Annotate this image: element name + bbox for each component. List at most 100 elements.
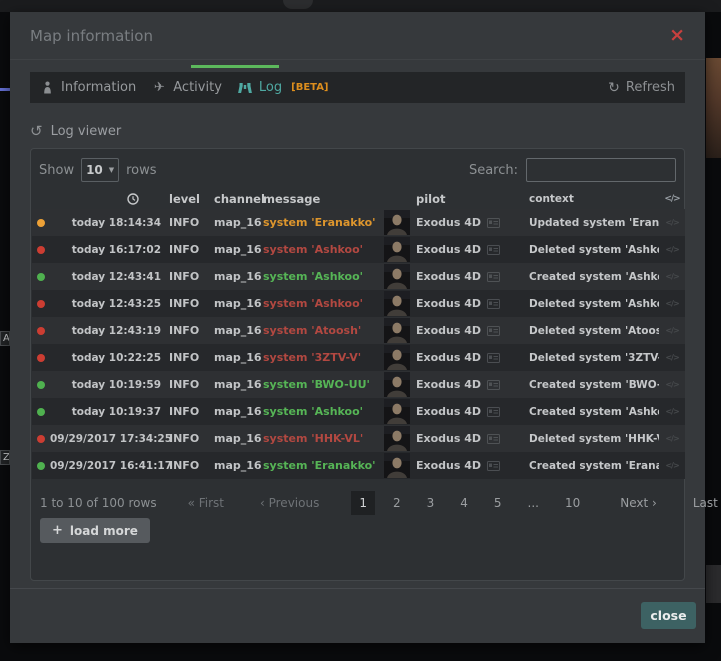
background-topbar [0, 0, 721, 12]
log-message: system 'Eranakko' [263, 459, 384, 472]
log-level: INFO [161, 270, 214, 283]
tab-information[interactable]: Information [40, 80, 136, 95]
first-page-button[interactable]: « First [179, 491, 233, 515]
log-message: system '3ZTV-V' [263, 351, 384, 364]
map-information-dialog: Map information × Information ✈ Activity… [10, 12, 705, 643]
header-message[interactable]: message [263, 192, 384, 206]
page-button[interactable]: 4 [452, 491, 476, 515]
code-icon[interactable]: </> [659, 380, 685, 389]
id-card-icon[interactable] [487, 380, 500, 390]
pagination-info: 1 to 10 of 100 rows [40, 496, 157, 510]
close-icon[interactable]: × [669, 26, 685, 45]
id-card-icon[interactable] [487, 461, 500, 471]
log-message: system 'Ashkoo' [263, 297, 384, 310]
section-title: Log viewer [51, 124, 122, 139]
id-card-icon[interactable] [487, 299, 500, 309]
code-icon[interactable]: </> [659, 299, 685, 308]
log-level: INFO [161, 243, 214, 256]
table-header: level channel message pilot context </> [32, 189, 685, 209]
status-dot [37, 273, 45, 281]
page-size-select[interactable]: 10 ▼ [81, 158, 119, 182]
status-dot [37, 435, 45, 443]
pilot-avatar [384, 318, 410, 343]
code-icon[interactable]: </> [659, 407, 685, 416]
page-button[interactable]: 10 [557, 491, 588, 515]
code-icon[interactable]: </> [659, 461, 685, 470]
id-card-icon[interactable] [487, 218, 500, 228]
table-row[interactable]: today 12:43:41 INFO map_16 system 'Ashko… [32, 263, 685, 290]
last-page-button[interactable]: Last » [684, 491, 721, 515]
search-input[interactable] [526, 158, 676, 182]
id-card-icon[interactable] [487, 407, 500, 417]
tab-log[interactable]: Log [BETA] [238, 80, 329, 95]
log-level: INFO [161, 378, 214, 391]
table-row[interactable]: 09/29/2017 17:34:25 INFO map_16 system '… [32, 425, 685, 452]
background-map-label: Z_ [0, 450, 10, 465]
plus-icon: + [52, 523, 63, 538]
code-icon[interactable]: </> [659, 272, 685, 281]
id-card-icon[interactable] [487, 434, 500, 444]
pilot-name: Exodus 4D [416, 270, 481, 283]
log-channel: map_16 [214, 324, 263, 337]
table-row[interactable]: today 12:43:19 INFO map_16 system 'Atoos… [32, 317, 685, 344]
table-row[interactable]: today 12:43:25 INFO map_16 system 'Ashko… [32, 290, 685, 317]
background-topbar-blob [283, 0, 313, 9]
pilot-avatar [384, 345, 410, 370]
log-viewer-panel: Show 10 ▼ rows Search: level [30, 148, 685, 581]
table-row[interactable]: 09/29/2017 16:41:17 INFO map_16 system '… [32, 452, 685, 479]
close-button[interactable]: close [641, 602, 696, 629]
log-time: today 10:19:37 [50, 406, 161, 418]
rows-label: rows [126, 163, 156, 178]
log-level: INFO [161, 216, 214, 229]
refresh-button[interactable]: ↻ Refresh [608, 80, 675, 96]
log-message: system 'Ashkoo' [263, 270, 384, 283]
log-context: Created system 'Eranakko... [529, 460, 659, 472]
previous-page-button[interactable]: ‹ Previous [251, 491, 328, 515]
search-label: Search: [469, 163, 518, 178]
id-card-icon[interactable] [487, 353, 500, 363]
status-dot [37, 354, 45, 362]
log-viewer-heading: ↺ Log viewer [30, 122, 121, 140]
page-button[interactable]: 1 [351, 491, 375, 515]
table-row[interactable]: today 10:22:25 INFO map_16 system '3ZTV-… [32, 344, 685, 371]
log-message: system 'Atoosh' [263, 324, 384, 337]
load-more-button[interactable]: + load more [40, 518, 150, 543]
id-card-icon[interactable] [487, 245, 500, 255]
next-page-button[interactable]: Next › [611, 491, 666, 515]
code-icon[interactable]: </> [659, 353, 685, 362]
table-row[interactable]: today 16:17:02 INFO map_16 system 'Ashko… [32, 236, 685, 263]
status-cell [32, 435, 50, 443]
pilot-avatar [384, 399, 410, 424]
table-row[interactable]: today 18:14:34 INFO map_16 system 'Erana… [32, 209, 685, 236]
tab-label: Information [61, 80, 136, 95]
table-row[interactable]: today 10:19:37 INFO map_16 system 'Ashko… [32, 398, 685, 425]
tab-activity[interactable]: ✈ Activity [152, 80, 222, 95]
code-icon[interactable]: </> [659, 326, 685, 335]
header-context[interactable]: context [529, 193, 659, 205]
log-message: system 'Eranakko' [263, 216, 384, 229]
header-channel[interactable]: channel [214, 192, 263, 206]
page-button[interactable]: 3 [419, 491, 443, 515]
person-icon [40, 81, 54, 94]
status-dot [37, 219, 45, 227]
log-context: Created system 'BWO-UU'... [529, 379, 659, 391]
id-card-icon[interactable] [487, 272, 500, 282]
log-context: Updated system 'Eranakk... [529, 217, 659, 229]
log-time: 09/29/2017 16:41:17 [50, 460, 161, 472]
code-icon[interactable]: </> [659, 218, 685, 227]
page-button[interactable]: 2 [385, 491, 409, 515]
code-icon[interactable]: </> [659, 245, 685, 254]
table-row[interactable]: today 10:19:59 INFO map_16 system 'BWO-U… [32, 371, 685, 398]
pilot-avatar [384, 264, 410, 289]
clock-icon[interactable] [50, 193, 161, 206]
pilot-name: Exodus 4D [416, 297, 481, 310]
log-time: today 10:19:59 [50, 379, 161, 391]
header-level[interactable]: level [161, 192, 214, 206]
id-card-icon[interactable] [487, 326, 500, 336]
plane-icon: ✈ [152, 80, 166, 95]
code-icon[interactable]: </> [659, 434, 685, 443]
page-button[interactable]: 5 [486, 491, 510, 515]
log-channel: map_16 [214, 216, 263, 229]
header-pilot[interactable]: pilot [384, 192, 529, 206]
log-level: INFO [161, 324, 214, 337]
